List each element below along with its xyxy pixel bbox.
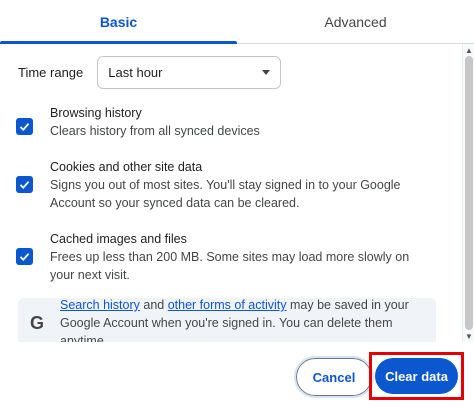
cached-images-checkbox[interactable] bbox=[16, 248, 33, 265]
clear-data-button-label: Clear data bbox=[385, 368, 448, 384]
clear-browsing-data-dialog: Basic Advanced Time range Last hour Brow… bbox=[0, 0, 474, 407]
checkmark-icon bbox=[19, 123, 30, 132]
tab-basic[interactable]: Basic bbox=[0, 0, 237, 44]
browsing-history-title: Browsing history bbox=[50, 106, 142, 120]
scrollbar[interactable]: ▲ ▼ bbox=[462, 44, 474, 342]
cached-images-title: Cached images and files bbox=[50, 232, 187, 246]
option-cached-images: Cached images and files Frees up less th… bbox=[16, 230, 436, 284]
browsing-history-desc: Clears history from all synced devices bbox=[50, 124, 260, 138]
checkmark-icon bbox=[19, 181, 30, 190]
search-history-link[interactable]: Search history bbox=[60, 298, 140, 312]
tab-advanced-label: Advanced bbox=[324, 13, 387, 30]
account-info-box: G Search history and other forms of acti… bbox=[18, 298, 436, 342]
tab-advanced[interactable]: Advanced bbox=[237, 0, 474, 43]
time-range-label: Time range bbox=[18, 65, 84, 80]
cached-images-text: Cached images and files Frees up less th… bbox=[50, 230, 436, 284]
dialog-footer: Cancel Clear data bbox=[0, 342, 474, 407]
dropdown-arrow-icon bbox=[262, 70, 271, 75]
time-range-row: Time range Last hour bbox=[18, 56, 282, 89]
time-range-select[interactable]: Last hour bbox=[97, 56, 282, 89]
cookies-title: Cookies and other site data bbox=[50, 160, 203, 174]
dialog-content: Time range Last hour Browsing history Cl… bbox=[0, 44, 462, 342]
time-range-value: Last hour bbox=[108, 65, 163, 80]
cancel-button-label: Cancel bbox=[312, 369, 356, 385]
cookies-desc: Signs you out of most sites. You'll stay… bbox=[50, 178, 401, 210]
cookies-text: Cookies and other site data Signs you ou… bbox=[50, 158, 436, 212]
cancel-button[interactable]: Cancel bbox=[294, 356, 374, 398]
other-activity-link[interactable]: other forms of activity bbox=[168, 298, 287, 312]
scroll-up-arrow-icon[interactable]: ▲ bbox=[463, 44, 474, 56]
cached-images-desc: Frees up less than 200 MB. Some sites ma… bbox=[50, 250, 410, 282]
cookies-checkbox[interactable] bbox=[16, 176, 33, 193]
checkmark-icon bbox=[19, 253, 30, 262]
account-info-text: Search history and other forms of activi… bbox=[60, 296, 426, 342]
browsing-history-checkbox[interactable] bbox=[16, 118, 33, 135]
option-browsing-history: Browsing history Clears history from all… bbox=[16, 104, 436, 140]
info-text-mid: and bbox=[139, 298, 168, 312]
clear-data-button[interactable]: Clear data bbox=[375, 358, 458, 394]
tab-bar: Basic Advanced bbox=[0, 0, 474, 44]
scroll-thumb[interactable] bbox=[465, 56, 473, 330]
google-g-icon: G bbox=[29, 312, 44, 333]
scroll-down-arrow-icon[interactable]: ▼ bbox=[463, 330, 474, 342]
option-cookies: Cookies and other site data Signs you ou… bbox=[16, 158, 436, 212]
tab-basic-label: Basic bbox=[99, 13, 138, 30]
browsing-history-text: Browsing history Clears history from all… bbox=[50, 104, 260, 140]
